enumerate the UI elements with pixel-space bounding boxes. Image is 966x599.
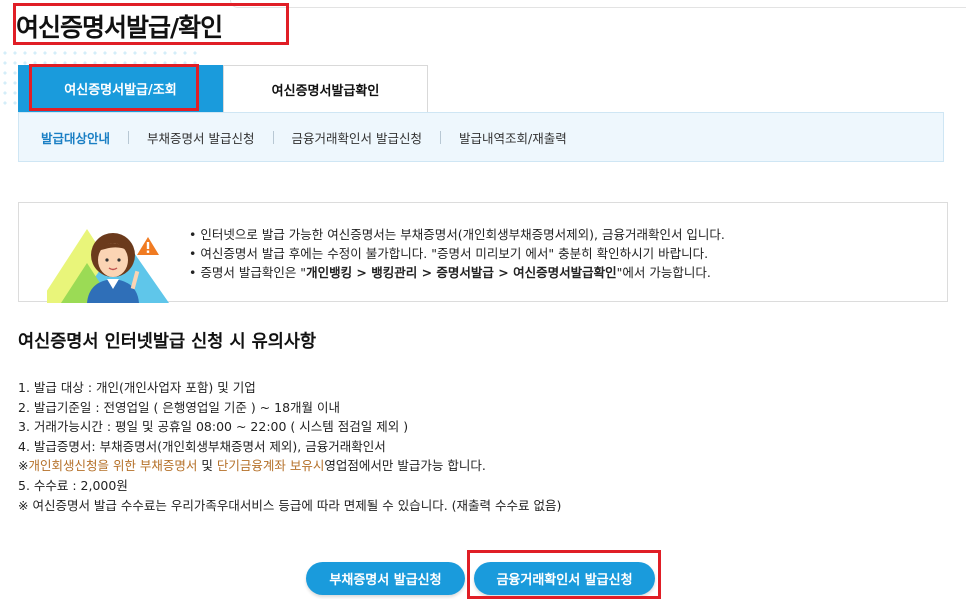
subnav-divider bbox=[439, 130, 441, 144]
rule-item: 3. 거래가능시간 : 평일 및 공휴일 08:00 ~ 22:00 ( 시스템… bbox=[18, 419, 409, 435]
tab-issue-confirm[interactable]: 여신증명서발급확인 bbox=[223, 65, 428, 112]
title-highlight-box bbox=[13, 3, 289, 45]
subnav-divider bbox=[272, 130, 274, 144]
rule-note: ※ 여신증명서 발급 수수료는 우리가족우대서비스 등급에 따라 면제될 수 있… bbox=[18, 497, 562, 513]
tab-highlight-box bbox=[29, 64, 199, 111]
rule-item: 4. 발급증명서: 부채증명서(개인회생부채증명서 제외), 금융거래확인서 bbox=[18, 438, 386, 454]
rule-note: ※개인회생신청을 위한 부채증명서 및 단기금융계좌 보유시영업점에서만 발급가… bbox=[18, 456, 561, 476]
note-mark: ※ bbox=[18, 458, 29, 474]
notice-box: 인터넷으로 발급 가능한 여신증명서는 부채증명서(개인회생부채증명서제외), … bbox=[18, 202, 948, 303]
window-top-edge bbox=[230, 0, 966, 8]
notice-item: 인터넷으로 발급 가능한 여신증명서는 부채증명서(개인회생부채증명서제외), … bbox=[189, 225, 725, 244]
notice-list: 인터넷으로 발급 가능한 여신증명서는 부채증명서(개인회생부채증명서제외), … bbox=[189, 225, 725, 282]
section-title: 여신증명서 인터넷발급 신청 시 유의사항 bbox=[18, 332, 317, 352]
subnav-history-reprint[interactable]: 발급내역조회/재출력 bbox=[459, 128, 567, 147]
sub-navigation: 발급대상안내 부채증명서 발급신청 금융거래확인서 발급신청 발급내역조회/재출… bbox=[18, 112, 944, 162]
button-highlight-box bbox=[467, 550, 661, 599]
guide-character-illustration bbox=[47, 229, 169, 303]
notice-text: "에서 가능합니다. bbox=[616, 265, 711, 280]
rule-item: 5. 수수료 : 2,000원 bbox=[18, 477, 128, 493]
note-highlight: 단기금융계좌 보유시 bbox=[216, 458, 325, 474]
notice-item: 증명서 발급확인은 "개인뱅킹 > 뱅킹관리 > 증명서발급 > 여신증명서발급… bbox=[189, 263, 725, 282]
note-text: 및 bbox=[197, 458, 217, 474]
note-highlight: 개인회생신청을 위한 부채증명서 bbox=[28, 458, 198, 474]
notice-item: 여신증명서 발급 후에는 수정이 불가합니다. "증명서 미리보기 에서" 충분… bbox=[189, 244, 725, 263]
subnav-financial-confirmation[interactable]: 금융거래확인서 발급신청 bbox=[292, 128, 422, 147]
rule-item: 2. 발급기준일 : 전영업일 ( 은행영업일 기준 ) ~ 18개월 이내 bbox=[18, 399, 341, 415]
subnav-divider bbox=[128, 130, 130, 144]
note-text: 영업점에서만 발급가능 합니다. bbox=[324, 458, 486, 474]
debt-certificate-apply-button[interactable]: 부채증명서 발급신청 bbox=[306, 562, 465, 595]
rule-item: 1. 발급 대상 : 개인(개인사업자 포함) 및 기업 bbox=[18, 380, 256, 395]
rules-list: 1. 발급 대상 : 개인(개인사업자 포함) 및 기업 2. 발급기준일 : … bbox=[18, 378, 561, 515]
menu-path: 개인뱅킹 > 뱅킹관리 > 증명서발급 > 여신증명서발급확인 bbox=[306, 265, 617, 280]
subnav-target-guide[interactable]: 발급대상안내 bbox=[41, 128, 110, 147]
notice-text: 증명서 발급확인은 " bbox=[200, 265, 307, 280]
subnav-debt-certificate[interactable]: 부채증명서 발급신청 bbox=[147, 128, 254, 147]
